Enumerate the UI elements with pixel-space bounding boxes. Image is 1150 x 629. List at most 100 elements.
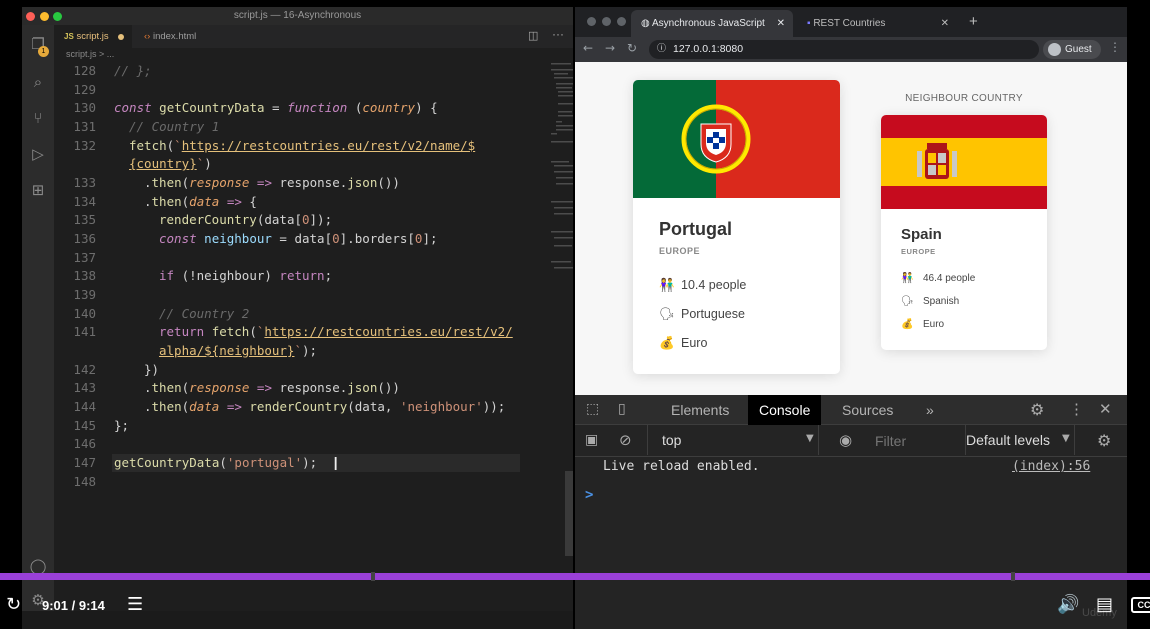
video-progress-bar[interactable] [0, 573, 1150, 580]
currency-value: Euro [681, 336, 708, 350]
devtools-tabbar: ⬚ ▯ Elements Console Sources » ⚙ ⋮ ✕ [575, 395, 1127, 425]
line-number: 135 [73, 212, 96, 227]
line-number: 144 [73, 399, 96, 414]
code-line-wrap: {country}`) [129, 156, 212, 171]
speaking-head-icon: 🗣 [901, 296, 914, 307]
inspect-element-icon[interactable]: ⬚ [586, 401, 599, 417]
browser-tab-async[interactable]: ◍ Asynchronous JavaScript ✕ [631, 10, 793, 37]
line-number: 128 [73, 63, 96, 78]
code-line: }) [144, 362, 160, 377]
maximize-window-button[interactable] [53, 12, 62, 21]
clear-console-icon[interactable]: ⊘ [619, 431, 632, 449]
screen: script.js — 16-Asynchronous ❐ 1 ⌕ ⑂ ▷ ⊞ … [0, 0, 1150, 629]
code-editor[interactable]: 128 // }; 129 130 const getCountryData =… [54, 61, 573, 621]
close-window-button[interactable] [26, 12, 35, 21]
code-line: .then(data => renderCountry(data, 'neigh… [144, 399, 506, 414]
context-value: top [662, 432, 682, 448]
reload-icon[interactable]: ↻ [627, 41, 637, 55]
back-arrow-icon[interactable]: ← [583, 41, 593, 55]
population-value: 10.4 people [681, 278, 747, 292]
eye-icon[interactable]: ◉ [839, 431, 852, 449]
tab-sources[interactable]: Sources [831, 395, 904, 425]
captions-icon[interactable]: CC [1131, 597, 1150, 613]
log-source-link[interactable]: (index):56 [1012, 457, 1090, 477]
money-bag-icon: 💰 [901, 319, 914, 330]
info-icon: ⓘ [657, 44, 667, 54]
code-line: getCountryData('portugal'); [114, 455, 318, 470]
kebab-menu-icon[interactable]: ⋮ [1069, 400, 1084, 418]
country-region: EUROPE [659, 246, 701, 256]
population-row: 👫 46.4 people [901, 273, 975, 284]
close-tab-icon[interactable]: ✕ [777, 10, 785, 37]
split-editor-icon[interactable]: ◫ [528, 29, 538, 42]
line-number: 140 [73, 306, 96, 321]
minimap[interactable] [551, 61, 573, 281]
log-levels-select[interactable]: Default levels ▼ [965, 425, 1075, 455]
minimize-window-button[interactable] [602, 17, 611, 26]
country-region: EUROPE [901, 247, 936, 256]
search-icon[interactable]: ⌕ [29, 73, 47, 91]
code-line: fetch(`https://restcountries.eu/rest/v2/… [129, 138, 476, 153]
replay-icon[interactable]: ↻ [6, 594, 21, 615]
minimize-window-button[interactable] [40, 12, 49, 21]
line-number: 131 [73, 119, 96, 134]
explorer-badge: 1 [38, 46, 49, 57]
tab-label: Asynchronous JavaScript [651, 18, 765, 29]
browser-menu-icon[interactable]: ⋮ [1109, 40, 1121, 54]
code-line: // }; [114, 63, 152, 78]
more-actions-icon[interactable]: ··· [552, 27, 564, 41]
speaking-head-icon: 🗣 [659, 306, 675, 321]
tab-script-js[interactable]: JS script.js [54, 25, 132, 48]
editor-tabs: JS script.js ‹› index.html ◫ ··· [54, 25, 573, 48]
people-icon: 👫 [659, 277, 675, 292]
line-number: 130 [73, 100, 96, 115]
maximize-window-button[interactable] [617, 17, 626, 26]
extensions-icon[interactable]: ⊞ [29, 181, 47, 199]
line-number: 142 [73, 362, 96, 377]
sidebar-toggle-icon[interactable]: ▣ [585, 432, 598, 448]
neighbour-heading: NEIGHBOUR COUNTRY [905, 93, 1023, 104]
forward-arrow-icon[interactable]: → [605, 41, 615, 55]
context-select[interactable]: top ▼ [647, 425, 819, 455]
browser-tab-rest-countries[interactable]: ▪ REST Countries ✕ [797, 10, 957, 37]
notes-icon[interactable]: ▤ [1096, 594, 1113, 615]
population-value: 46.4 people [923, 273, 976, 284]
editor-scrollbar[interactable] [565, 471, 573, 556]
address-bar[interactable]: ⓘ 127.0.0.1:8080 [649, 40, 1039, 59]
favicon-icon: ▪ [807, 18, 811, 29]
new-tab-button[interactable]: + [969, 13, 978, 30]
close-devtools-icon[interactable]: ✕ [1099, 400, 1112, 418]
money-bag-icon: 💰 [659, 335, 675, 350]
vscode-titlebar: script.js — 16-Asynchronous [22, 7, 573, 25]
code-line: const getCountryData = function (country… [114, 100, 438, 115]
volume-icon[interactable]: 🔊 [1057, 594, 1079, 615]
close-tab-icon[interactable]: ✕ [941, 10, 949, 37]
code-line: renderCountry(data[0]); [159, 212, 333, 227]
console-filter-input[interactable] [875, 431, 955, 450]
gear-icon[interactable]: ⚙ [1030, 400, 1044, 419]
gear-icon[interactable]: ⚙ [1097, 431, 1111, 450]
console-prompt[interactable]: > [585, 487, 593, 503]
population-row: 👫 10.4 people [659, 277, 746, 293]
chevron-down-icon: ▼ [1062, 433, 1070, 444]
currency-row: 💰 Euro [901, 319, 944, 330]
run-debug-icon[interactable]: ▷ [29, 145, 47, 163]
chevron-down-icon: ▼ [806, 433, 814, 444]
close-window-button[interactable] [587, 17, 596, 26]
more-tabs-button[interactable]: » [915, 395, 945, 425]
code-line: if (!neighbour) return; [159, 268, 333, 283]
window-title: script.js — 16-Asynchronous [233, 10, 362, 21]
tab-index-html[interactable]: ‹› index.html [134, 25, 224, 48]
text-cursor-icon: I [333, 454, 339, 475]
line-number: 136 [73, 231, 96, 246]
device-toolbar-icon[interactable]: ▯ [618, 401, 626, 417]
tab-elements[interactable]: Elements [660, 395, 740, 425]
code-line: .then(data => { [144, 194, 257, 209]
transcript-icon[interactable]: ☰ [127, 594, 143, 615]
source-control-icon[interactable]: ⑂ [29, 109, 47, 127]
profile-button[interactable]: Guest [1043, 40, 1101, 59]
country-name: Spain [901, 226, 942, 243]
tab-console[interactable]: Console [748, 395, 822, 425]
html-file-icon: ‹› [144, 31, 151, 42]
breadcrumb[interactable]: script.js > ... [54, 48, 573, 61]
